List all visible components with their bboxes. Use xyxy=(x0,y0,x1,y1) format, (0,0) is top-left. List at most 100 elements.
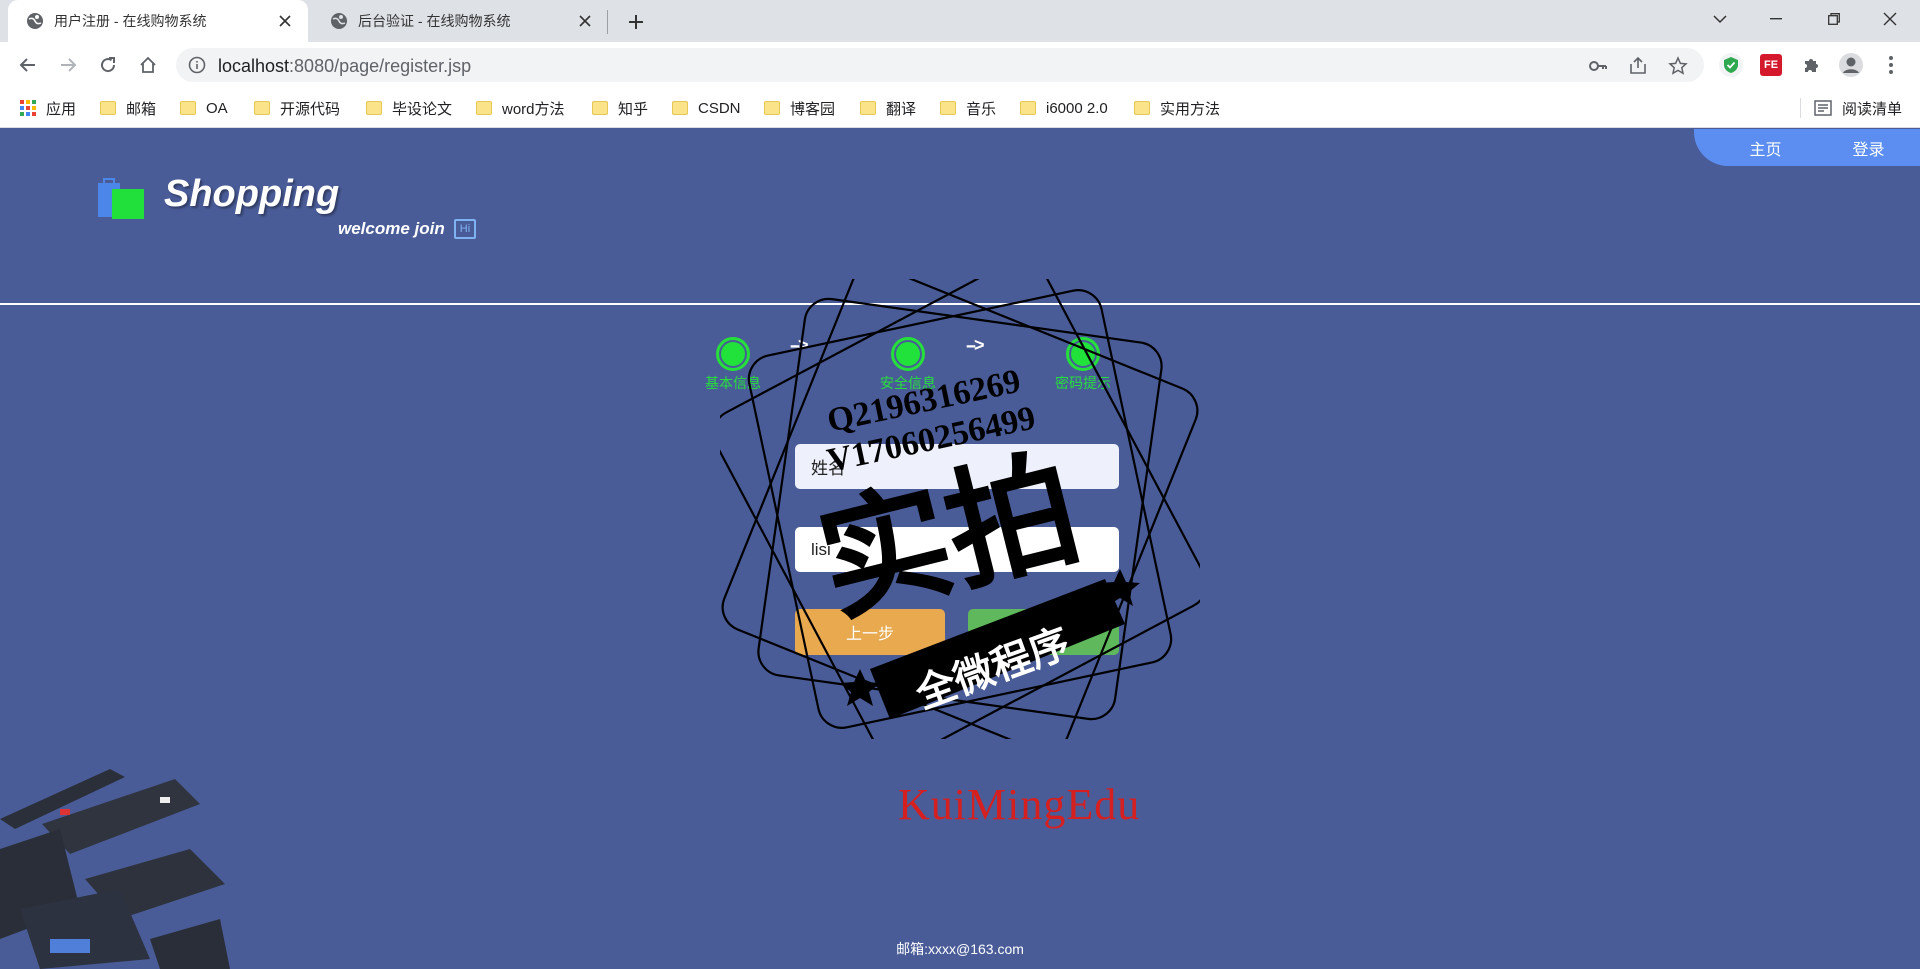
reading-list-button[interactable]: 阅读清单 xyxy=(1814,96,1902,120)
bookmark-folder[interactable]: CSDN xyxy=(672,96,741,120)
reload-icon xyxy=(101,57,116,73)
folder-icon xyxy=(860,101,876,115)
url-path: :8080/page/register.jsp xyxy=(289,56,472,76)
bookmark-label: 博客园 xyxy=(790,100,836,118)
footer-email: 邮箱:xxxx@163.com xyxy=(896,941,1024,957)
browser-tab-bar: 用户注册 - 在线购物系统 后台验证 - 在线购物系统 xyxy=(0,0,1920,42)
key-icon[interactable] xyxy=(1588,56,1608,76)
folder-icon xyxy=(764,101,780,115)
bookmark-label: 知乎 xyxy=(618,100,649,118)
bookmark-label: OA xyxy=(206,99,228,117)
minimize-button[interactable] xyxy=(1748,0,1804,38)
forward-button[interactable] xyxy=(52,49,84,81)
home-button[interactable] xyxy=(132,49,164,81)
restore-button[interactable] xyxy=(1806,0,1862,38)
tab-title: 后台验证 - 在线购物系统 xyxy=(358,13,511,29)
close-icon[interactable] xyxy=(572,8,598,34)
arrow-right-icon xyxy=(61,58,77,72)
globe-icon xyxy=(27,13,43,29)
back-button[interactable] xyxy=(12,49,44,81)
bookmark-folder[interactable]: word方法 xyxy=(476,96,565,120)
folder-icon xyxy=(254,101,270,115)
info-icon[interactable] xyxy=(188,56,206,74)
bookmark-label: i6000 2.0 xyxy=(1046,99,1108,117)
tab-separator xyxy=(607,10,608,34)
tab-title: 用户注册 - 在线购物系统 xyxy=(54,13,207,29)
bookmark-folder[interactable]: 邮箱 xyxy=(100,96,156,120)
globe-icon xyxy=(331,13,347,29)
nav-home-link[interactable]: 主页 xyxy=(1749,136,1781,160)
tab-register[interactable]: 用户注册 - 在线购物系统 xyxy=(8,0,308,42)
plus-icon xyxy=(629,15,643,29)
fe-extension-icon[interactable]: FE xyxy=(1754,48,1788,82)
share-icon[interactable] xyxy=(1628,56,1648,76)
folder-icon xyxy=(180,101,196,115)
bookmark-folder[interactable]: 毕设论文 xyxy=(366,96,452,120)
close-icon[interactable] xyxy=(272,8,298,34)
shield-extension-icon[interactable] xyxy=(1714,48,1748,82)
folder-icon xyxy=(476,101,492,115)
menu-button[interactable] xyxy=(1874,48,1908,82)
minimize-icon xyxy=(1770,18,1782,20)
star-icon[interactable] xyxy=(1668,56,1688,76)
folder-icon xyxy=(1020,101,1036,115)
bookmark-label: 毕设论文 xyxy=(392,100,453,118)
close-window-button[interactable] xyxy=(1862,0,1918,38)
bookmark-apps[interactable]: 应用 xyxy=(20,96,76,120)
bookmark-label: 开源代码 xyxy=(280,100,341,118)
folder-icon xyxy=(366,101,382,115)
logo-title: Shopping xyxy=(164,173,340,215)
divider xyxy=(1800,98,1801,118)
reading-list-label: 阅读清单 xyxy=(1842,100,1903,118)
home-icon xyxy=(140,56,156,73)
bookmark-folder[interactable]: 实用方法 xyxy=(1134,96,1220,120)
bookmark-folder[interactable]: 音乐 xyxy=(940,96,996,120)
bookmark-label: 实用方法 xyxy=(1160,100,1221,118)
bookmark-label: 音乐 xyxy=(966,100,997,118)
extensions-button[interactable] xyxy=(1794,48,1828,82)
bookmark-folder[interactable]: 知乎 xyxy=(592,96,648,120)
bookmark-folder[interactable]: 翻译 xyxy=(860,96,916,120)
folder-icon xyxy=(672,101,688,115)
puzzle-icon xyxy=(1805,59,1818,72)
avatar-icon xyxy=(1839,53,1863,77)
reload-button[interactable] xyxy=(92,49,124,81)
nav-login-link[interactable]: 登录 xyxy=(1852,136,1884,160)
bookmark-folder[interactable]: i6000 2.0 xyxy=(1020,96,1108,120)
shopping-bag-icon xyxy=(98,178,144,219)
close-icon xyxy=(1883,12,1897,26)
bookmarks-bar: 应用 邮箱 OA 开源代码 毕设论文 word方法 知乎 CSDN 博客园 翻译… xyxy=(0,88,1920,128)
profile-button[interactable] xyxy=(1834,48,1868,82)
bookmark-label: CSDN xyxy=(698,99,741,117)
apps-grid-icon xyxy=(20,100,36,116)
tab-search-button[interactable] xyxy=(1692,0,1748,38)
top-nav: 主页 登录 xyxy=(1694,129,1920,166)
new-tab-button[interactable] xyxy=(622,8,650,36)
bookmark-label: 应用 xyxy=(46,100,77,118)
bookmark-folder[interactable]: 博客园 xyxy=(764,96,835,120)
fe-label: FE xyxy=(1760,54,1782,76)
chevron-down-icon xyxy=(1713,15,1727,24)
folder-icon xyxy=(1134,101,1150,115)
browser-toolbar: localhost:8080/page/register.jsp FE xyxy=(0,42,1920,88)
watermark-stamp: Q2196316269 V17060256499 实拍 全微程序 xyxy=(720,279,1200,739)
restore-icon xyxy=(1828,13,1840,25)
arrow-left-icon xyxy=(19,58,35,72)
address-bar[interactable]: localhost:8080/page/register.jsp xyxy=(176,48,1704,82)
tab-backend-verify[interactable]: 后台验证 - 在线购物系统 xyxy=(312,0,608,42)
bookmark-label: word方法 xyxy=(502,100,565,118)
url-host: localhost xyxy=(218,56,290,76)
bookmark-label: 邮箱 xyxy=(126,100,157,118)
reading-list-icon xyxy=(1814,100,1832,116)
bookmark-folder[interactable]: 开源代码 xyxy=(254,96,340,120)
url-text: localhost:8080/page/register.jsp xyxy=(218,56,471,77)
folder-icon xyxy=(940,101,956,115)
folder-icon xyxy=(592,101,608,115)
brand-watermark: KuiMingEdu xyxy=(898,780,1141,829)
bookmark-label: 翻译 xyxy=(886,100,917,118)
hi-badge: Hi xyxy=(454,219,476,239)
register-page: 主页 登录 Shopping welcome join Hi 基本信息 --> … xyxy=(0,129,1920,969)
bookmark-folder[interactable]: OA xyxy=(180,96,228,120)
folder-icon xyxy=(100,101,116,115)
kebab-menu-icon xyxy=(1889,56,1893,74)
